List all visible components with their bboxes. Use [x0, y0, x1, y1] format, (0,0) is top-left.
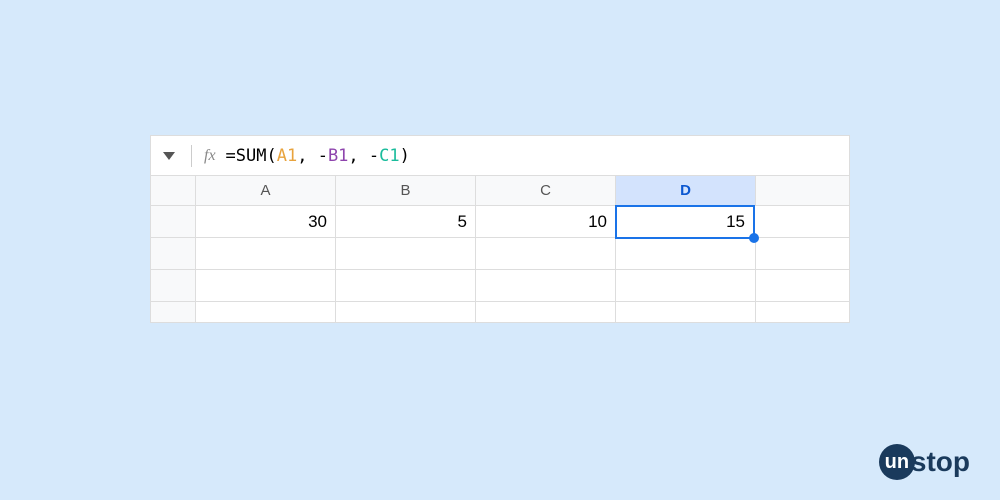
row-header-4[interactable]: [151, 302, 196, 322]
cell-c3[interactable]: [476, 270, 616, 302]
cell-c2[interactable]: [476, 238, 616, 270]
trailing-cell: [754, 206, 849, 238]
spreadsheet-grid: A B C D 30 5 10 15: [151, 176, 849, 322]
row-header-2[interactable]: [151, 238, 196, 270]
cell-a4[interactable]: [196, 302, 336, 322]
formula-prefix: =SUM(: [226, 146, 277, 166]
formula-ref-a1: A1: [277, 146, 297, 166]
name-box-dropdown-icon[interactable]: [163, 152, 175, 160]
column-header-a[interactable]: A: [196, 176, 336, 206]
row-3: [151, 270, 849, 302]
formula-suffix: ): [400, 146, 410, 166]
cell-b2[interactable]: [336, 238, 476, 270]
cell-d2[interactable]: [616, 238, 756, 270]
logo-circle: un: [879, 444, 915, 480]
divider: [191, 145, 192, 167]
cell-b4[interactable]: [336, 302, 476, 322]
formula-sep: , -: [348, 146, 379, 166]
formula-ref-c1: C1: [379, 146, 399, 166]
trailing-cell: [756, 302, 849, 322]
logo-text: stop: [911, 446, 970, 478]
cell-a3[interactable]: [196, 270, 336, 302]
formula-bar: fx =SUM( A1 , - B1 , - C1 ): [151, 136, 849, 176]
row-header-1[interactable]: [151, 206, 196, 238]
cell-d3[interactable]: [616, 270, 756, 302]
formula-input[interactable]: =SUM( A1 , - B1 , - C1 ): [226, 146, 410, 166]
row-2: [151, 238, 849, 270]
cell-b1[interactable]: 5: [336, 206, 476, 238]
column-header-row: A B C D: [151, 176, 849, 206]
formula-sep: , -: [297, 146, 328, 166]
row-4: [151, 302, 849, 322]
unstop-logo: un stop: [879, 444, 970, 480]
cell-c1[interactable]: 10: [476, 206, 616, 238]
select-all-corner[interactable]: [151, 176, 196, 206]
cell-d1[interactable]: 15: [615, 205, 755, 239]
column-header-c[interactable]: C: [476, 176, 616, 206]
fill-handle[interactable]: [749, 233, 759, 243]
column-header-d[interactable]: D: [616, 176, 756, 206]
trailing-cell: [756, 238, 849, 270]
trailing-header: [756, 176, 849, 206]
row-header-3[interactable]: [151, 270, 196, 302]
formula-ref-b1: B1: [328, 146, 348, 166]
spreadsheet: fx =SUM( A1 , - B1 , - C1 ) A B C D 30 5…: [150, 135, 850, 323]
cell-a1[interactable]: 30: [196, 206, 336, 238]
cell-a2[interactable]: [196, 238, 336, 270]
cell-c4[interactable]: [476, 302, 616, 322]
trailing-cell: [756, 270, 849, 302]
cell-b3[interactable]: [336, 270, 476, 302]
cell-d4[interactable]: [616, 302, 756, 322]
cell-d1-value: 15: [726, 212, 745, 232]
row-1: 30 5 10 15: [151, 206, 849, 238]
fx-label: fx: [204, 147, 216, 165]
column-header-b[interactable]: B: [336, 176, 476, 206]
